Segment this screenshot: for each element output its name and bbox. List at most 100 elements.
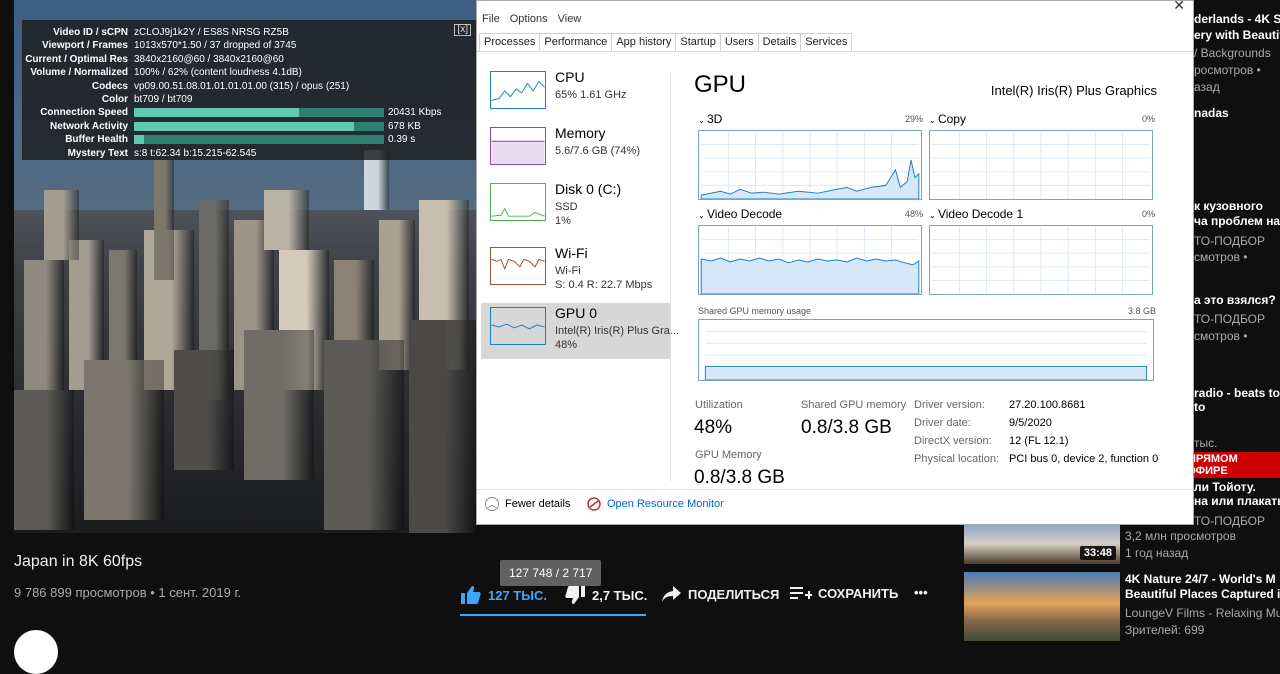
resource-monitor-icon bbox=[587, 497, 601, 511]
perf-item-cpu[interactable]: CPU 65% 1.61 GHz bbox=[481, 67, 671, 123]
close-icon[interactable]: ✕ bbox=[1173, 1, 1185, 14]
like-button[interactable]: 127 ТЫС. bbox=[460, 585, 547, 605]
sidebar-text[interactable]: nadas bbox=[1194, 106, 1229, 120]
tab-services[interactable]: Services bbox=[800, 33, 853, 51]
stats-row: Codecs vp09.00.51.08.01.01.01.01.00 (315)… bbox=[22, 80, 477, 93]
tab-users[interactable]: Users bbox=[719, 33, 759, 51]
perf-item-wi-fi[interactable]: Wi-Fi Wi-Fi S: 0.4 R: 22.7 Mbps bbox=[481, 243, 671, 299]
dislike-button[interactable]: 2,7 ТЫС. bbox=[564, 585, 647, 605]
engine-video-decode1-label[interactable]: ⌄ Video Decode 1 bbox=[929, 207, 1023, 221]
sidebar-text[interactable]: ли Тойоту. bbox=[1194, 480, 1256, 494]
chevron-up-icon: ︿ bbox=[485, 497, 499, 511]
tab-startup[interactable]: Startup bbox=[675, 33, 721, 51]
more-actions-button[interactable]: ••• bbox=[914, 585, 928, 600]
perf-sparkline bbox=[490, 183, 546, 221]
stats-bar-row: Connection Speed 20431 Kbps bbox=[22, 106, 477, 119]
stats-row: Current / Optimal Res 3840x2160@60 / 3840… bbox=[22, 53, 477, 66]
driver-value: 27.20.100.8681 bbox=[1009, 399, 1086, 411]
fewer-details-button[interactable]: ︿ Fewer details bbox=[485, 497, 570, 511]
stats-row: Viewport / Frames 1013x570*1.50 / 37 drop… bbox=[22, 39, 477, 52]
recommendations-sidebar: derlands - 4K S ery with Beautif / Backgro… bbox=[1180, 0, 1280, 641]
chevron-down-icon: ⌄ bbox=[698, 116, 707, 125]
gpu-mem-value: 0.8/3.8 GB bbox=[694, 467, 785, 488]
perf-item-name: GPU 0 bbox=[555, 305, 598, 321]
tab-details[interactable]: Details bbox=[757, 33, 802, 51]
sidebar-text: росмотров • bbox=[1194, 63, 1261, 77]
video-duration: 33:48 bbox=[1079, 546, 1116, 560]
driver-key: Driver date: bbox=[914, 417, 971, 429]
perf-item-detail: 5.6/7.6 GB (74%) bbox=[555, 145, 640, 157]
engine-copy-label[interactable]: ⌄ Copy bbox=[929, 112, 966, 126]
perf-sparkline bbox=[490, 307, 546, 345]
shared-memory-label: Shared GPU memory usage bbox=[698, 306, 812, 316]
recommendation-thumbnail-2[interactable] bbox=[964, 572, 1120, 641]
menu-item-options[interactable]: Options bbox=[510, 13, 548, 31]
perf-sparkline bbox=[490, 71, 546, 109]
menu-item-view[interactable]: View bbox=[558, 13, 582, 31]
tab-processes[interactable]: Processes bbox=[479, 33, 541, 51]
sidebar-text[interactable]: radio - beats to bbox=[1194, 386, 1280, 400]
building bbox=[24, 260, 64, 390]
building bbox=[264, 190, 309, 250]
stats-key: Viewport / Frames bbox=[42, 40, 128, 52]
sidebar-text[interactable]: ча проблем на bbox=[1194, 214, 1280, 228]
engine-copy-pct: 0% bbox=[1142, 114, 1156, 124]
thumbs-up-icon bbox=[461, 586, 481, 604]
channel-avatar[interactable] bbox=[14, 630, 58, 674]
perf-item-disk-0-c[interactable]: Disk 0 (C:) SSD 1% bbox=[481, 179, 671, 235]
menu-item-file[interactable]: File bbox=[482, 13, 500, 31]
building bbox=[154, 160, 174, 280]
fewer-details-label: Fewer details bbox=[505, 498, 571, 510]
rec2-title-2[interactable]: Beautiful Places Captured i bbox=[1125, 587, 1280, 601]
sidebar-text[interactable]: to bbox=[1194, 400, 1205, 414]
tab-app-history[interactable]: App history bbox=[611, 33, 677, 51]
chevron-down-icon: ⌄ bbox=[929, 116, 938, 125]
utilization-label: Utilization bbox=[695, 399, 743, 411]
perf-item-memory[interactable]: Memory 5.6/7.6 GB (74%) bbox=[481, 123, 671, 179]
building bbox=[324, 340, 404, 530]
resource-monitor-label: Open Resource Monitor bbox=[607, 498, 724, 510]
stats-key: Mystery Text bbox=[67, 147, 128, 159]
building bbox=[84, 360, 164, 520]
save-button[interactable]: СОХРАНИТЬ bbox=[790, 585, 898, 601]
perf-sparkline bbox=[490, 247, 546, 285]
stats-value: zCLOJ9j1k2Y / ES8S NRSG RZ5B bbox=[134, 27, 289, 38]
building bbox=[409, 320, 476, 533]
share-button[interactable]: ПОДЕЛИТЬСЯ bbox=[662, 585, 779, 603]
rec2-channel: LoungeV Films - Relaxing Mu bbox=[1125, 606, 1280, 620]
sidebar-text[interactable]: derlands - 4K S bbox=[1194, 12, 1280, 26]
perf-item-name: Wi-Fi bbox=[555, 245, 588, 261]
share-label: ПОДЕЛИТЬСЯ bbox=[688, 586, 780, 602]
shared-mem-label: Shared GPU memory bbox=[801, 399, 907, 411]
video-title: Japan in 8K 60fps bbox=[14, 553, 143, 570]
engine-video-decode1-pct: 0% bbox=[1142, 209, 1156, 219]
stats-key: Video ID / sCPN bbox=[53, 27, 128, 38]
graph-copy bbox=[929, 130, 1153, 200]
graph-video-decode bbox=[698, 225, 922, 295]
sidebar-text[interactable]: на или плакать? bbox=[1194, 494, 1280, 508]
rec2-title-1[interactable]: 4K Nature 24/7 - World's M bbox=[1125, 572, 1276, 586]
save-label: СОХРАНИТЬ bbox=[818, 585, 899, 601]
engine-video-decode-label[interactable]: ⌄ Video Decode bbox=[698, 207, 782, 221]
sidebar-text[interactable]: а это взялся? bbox=[1194, 293, 1276, 307]
building bbox=[44, 190, 79, 260]
stats-key: Connection Speed bbox=[40, 107, 128, 119]
driver-value: 12 (FL 12.1) bbox=[1009, 435, 1069, 447]
stats-row: Color bt709 / bt709 bbox=[22, 93, 477, 106]
stats-key: Codecs bbox=[91, 80, 128, 92]
utilization-value: 48% bbox=[694, 417, 733, 438]
stats-value: 3840x2160@60 / 3840x2160@60 bbox=[134, 53, 284, 65]
tab-performance[interactable]: Performance bbox=[539, 33, 613, 51]
stats-row: Video ID / sCPN zCLOJ9j1k2Y / ES8S NRSG R… bbox=[22, 26, 477, 39]
perf-sparkline bbox=[490, 127, 546, 165]
perf-item-gpu-0[interactable]: GPU 0 Intel(R) Iris(R) Plus Gra... 48% bbox=[481, 303, 679, 359]
open-resource-monitor-link[interactable]: Open Resource Monitor bbox=[587, 497, 724, 511]
stats-value: 1013x570*1.50 / 37 dropped of 3745 bbox=[134, 40, 297, 52]
perf-item-name: Memory bbox=[555, 125, 606, 141]
engine-3d-label[interactable]: ⌄ 3D bbox=[698, 112, 722, 126]
chevron-down-icon: ⌄ bbox=[698, 211, 707, 220]
share-icon bbox=[662, 586, 681, 602]
sidebar-text[interactable]: ery with Beautif bbox=[1194, 28, 1280, 42]
sidebar-text: ТО-ПОДБОР bbox=[1194, 312, 1266, 326]
sidebar-text[interactable]: к кузовного bbox=[1194, 199, 1263, 213]
